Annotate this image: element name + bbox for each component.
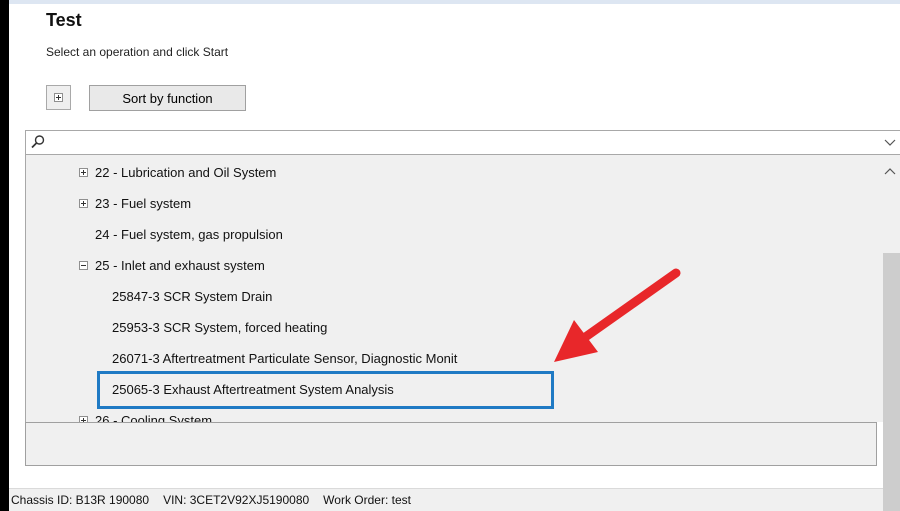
expand-all-button[interactable] [46,85,71,110]
scrollbar-thumb[interactable] [883,253,900,511]
tree-item-label: 25847-3 SCR System Drain [112,288,273,304]
tree-item[interactable]: 26071-3 Aftertreatment Particulate Senso… [112,347,457,369]
tree-item[interactable]: 26 - Cooling System [79,409,212,422]
search-input[interactable] [48,133,888,152]
plus-box-icon[interactable] [79,198,88,208]
search-icon [31,135,45,149]
plus-box-icon [54,93,63,102]
window-top-band [9,0,900,4]
minus-box-icon[interactable] [79,260,88,270]
tree-item[interactable]: 25847-3 SCR System Drain [112,285,272,307]
description-panel [25,422,877,466]
sort-by-function-button[interactable]: Sort by function [89,85,246,111]
chevron-up-icon[interactable] [884,166,896,176]
chassis-id: Chassis ID: B13R 190080 [11,493,150,507]
status-bar: Chassis ID: B13R 190080 VIN: 3CET2V92XJ5… [9,488,883,511]
tree-item-label: 26 - Cooling System [95,412,213,423]
page-subtitle: Select an operation and click Start [46,45,229,59]
tree-item-label: 25953-3 SCR System, forced heating [112,319,328,335]
tree-item-label: 25 - Inlet and exhaust system [95,257,265,273]
tree-item-label: 26071-3 Aftertreatment Particulate Senso… [112,350,458,366]
plus-box-icon[interactable] [79,167,88,177]
window-left-edge [0,0,9,511]
tree-item[interactable]: 23 - Fuel system [79,192,191,214]
work-order: Work Order: test [323,493,411,507]
tree-item[interactable]: 22 - Lubrication and Oil System [79,161,276,183]
tree-item-label: 22 - Lubrication and Oil System [95,164,277,180]
search-bar[interactable] [25,130,900,155]
chevron-down-icon[interactable] [884,138,896,148]
highlight-box [97,371,554,409]
tree-item[interactable]: 25 - Inlet and exhaust system [79,254,265,276]
tree-item[interactable]: 25953-3 SCR System, forced heating [112,316,327,338]
tree-item[interactable]: 24 - Fuel system, gas propulsion [95,223,283,245]
annotation-arrow-icon [554,268,681,362]
vin: VIN: 3CET2V92XJ5190080 [163,493,310,507]
tree-item-label: 23 - Fuel system [95,195,192,211]
tree-item-label: 24 - Fuel system, gas propulsion [95,226,283,242]
page-title: Test [46,10,82,30]
